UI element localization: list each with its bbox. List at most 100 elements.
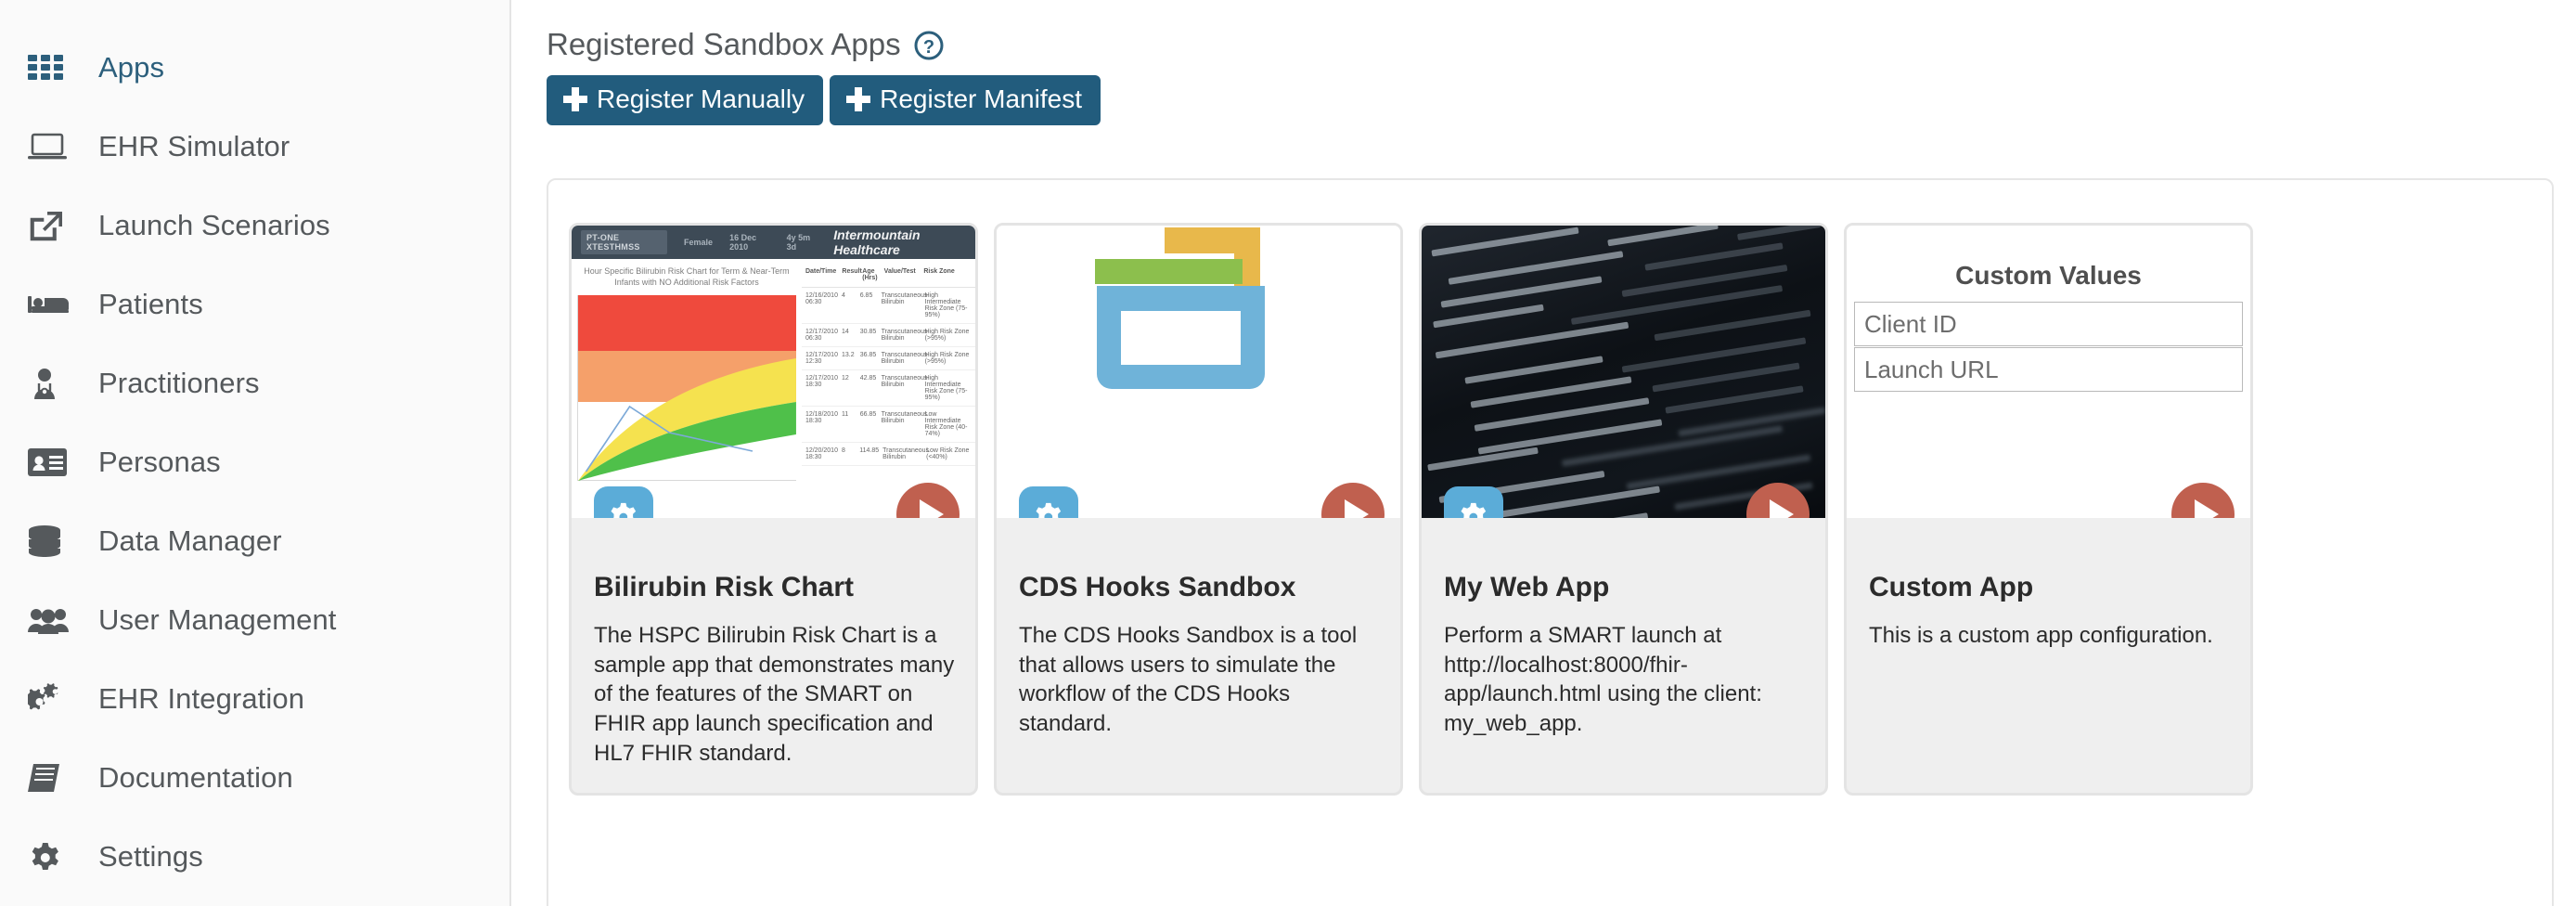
table-row: 12/17/2010 12:30 13.2 36.85 Transcutaneo… [801,347,975,370]
sidebar-item-settings[interactable]: Settings [0,817,509,896]
column-header: Result [842,268,862,275]
app-thumbnail-bilirubin-risk-chart: PT-ONE XTESTHMSS Female 16 Dec 2010 4y 5… [572,226,975,518]
app-card-body: Bilirubin Risk Chart The HSPC Bilirubin … [572,518,975,768]
laptop-icon [28,128,71,165]
sidebar-item-documentation[interactable]: Documentation [0,738,509,817]
results-table-header: Date/Time Result Age (Hrs) Value/Test Ri… [801,265,975,288]
bed-icon [28,286,71,323]
app-description: This is a custom app configuration. [1869,623,2213,648]
patient-badge: PT-ONE XTESTHMSS [581,230,668,254]
app-description: Perform a SMART launch at http://localho… [1444,623,1762,737]
button-label: Register Manifest [880,84,1082,114]
app-title: My Web App [1444,572,1610,602]
user-md-icon [28,365,71,402]
app-card-body: My Web App Perform a SMART launch at htt… [1422,518,1825,739]
patient-gender: Female [684,238,714,247]
app-thumbnail-custom-app: Custom Values [1847,226,2250,518]
intermountain-logo: Intermountain Healthcare [833,227,921,257]
custom-values-heading: Custom Values [1955,261,2142,290]
sidebar-item-label: EHR Integration [98,681,305,715]
grid-icon [28,49,71,86]
table-row: 12/18/2010 18:30 11 66.85 Transcutaneous… [801,407,975,443]
database-icon [28,523,71,560]
source-code-photo [1422,226,1825,518]
id-card-icon [28,444,71,481]
app-settings-button[interactable] [594,486,653,518]
app-card[interactable]: CDS Hooks Sandbox The CDS Hooks Sandbox … [994,223,1403,796]
app-card[interactable]: PT-ONE XTESTHMSS Female 16 Dec 2010 4y 5… [569,223,978,796]
page-header: Registered Sandbox Apps ? Register Manua… [511,0,2576,126]
sidebar-item-patients[interactable]: Patients [0,265,509,343]
column-header: Date/Time [805,268,837,275]
cogs-icon [28,680,71,718]
plus-icon [846,87,871,112]
sidebar-item-label: Patients [98,287,203,320]
sidebar-item-apps[interactable]: Apps [0,28,509,107]
button-label: Register Manually [597,84,805,114]
cds-hooks-logo [997,226,1400,518]
app-card[interactable]: My Web App Perform a SMART launch at htt… [1419,223,1828,796]
sidebar-item-label: Practitioners [98,366,260,399]
sidebar-item-practitioners[interactable]: Practitioners [0,343,509,422]
apps-page: Apps EHR Simulator Launch Scenarios Pati… [0,0,2576,906]
sidebar-item-ehr-simulator[interactable]: EHR Simulator [0,107,509,186]
gear-icon [1461,502,1487,518]
table-row: 12/20/2010 18:30 8 114.85 Transcutaneous… [801,443,975,466]
bilirubin-chart-screenshot: PT-ONE XTESTHMSS Female 16 Dec 2010 4y 5… [572,226,975,518]
sidebar-item-label: Documentation [98,760,293,794]
page-title-row: Registered Sandbox Apps ? [547,27,2576,61]
gear-icon [28,838,71,875]
app-thumbnail-cds-hooks-sandbox [997,226,1400,518]
app-description: The HSPC Bilirubin Risk Chart is a sampl… [594,623,955,766]
users-icon [28,602,71,639]
launch-url-input[interactable] [1854,347,2243,392]
sidebar: Apps EHR Simulator Launch Scenarios Pati… [0,0,511,906]
client-id-input[interactable] [1854,302,2243,346]
app-title: CDS Hooks Sandbox [1019,572,1296,602]
app-card-body: Custom App This is a custom app configur… [1847,518,2250,651]
sidebar-item-label: Apps [98,50,165,84]
gear-icon [611,502,637,518]
table-row: 12/17/2010 06:30 14 30.85 Transcutaneous… [801,324,975,347]
sidebar-item-label: Settings [98,839,203,873]
table-row: 12/17/2010 18:30 12 42.85 Transcutaneous… [801,370,975,407]
sidebar-item-user-management[interactable]: User Management [0,580,509,659]
column-header: Age (Hrs) [862,268,878,281]
table-row: 12/16/2010 06:30 4 6.85 Transcutaneous B… [801,288,975,324]
app-launch-button[interactable] [2171,483,2235,518]
column-header: Risk Zone [923,268,955,275]
registered-apps-panel: PT-ONE XTESTHMSS Female 16 Dec 2010 4y 5… [547,178,2554,906]
app-title: Custom App [1869,572,2034,602]
external-link-icon [28,207,71,244]
app-card[interactable]: Custom Values Custom App This is a custo… [1844,223,2253,796]
column-header: Value/Test [883,268,916,275]
sidebar-item-ehr-integration[interactable]: EHR Integration [0,659,509,738]
sidebar-item-label: Data Manager [98,524,282,557]
sidebar-item-personas[interactable]: Personas [0,422,509,501]
app-thumbnail-my-web-app [1422,226,1825,518]
action-buttons: Register Manually Register Manifest [547,75,2576,126]
sidebar-item-data-manager[interactable]: Data Manager [0,501,509,580]
question-circle-icon[interactable]: ? [914,31,944,60]
app-settings-button[interactable] [1019,486,1078,518]
sidebar-item-label: EHR Simulator [98,129,290,162]
play-icon [920,499,944,518]
svg-text:?: ? [923,37,934,58]
register-manifest-button[interactable]: Register Manifest [830,75,1101,126]
sidebar-item-label: Launch Scenarios [98,208,330,241]
bilirubin-patient-bar: PT-ONE XTESTHMSS Female 16 Dec 2010 4y 5… [572,226,975,259]
app-title: Bilirubin Risk Chart [594,572,855,602]
gear-icon [1036,502,1062,518]
chart-caption: Hour Specific Bilirubin Risk Chart for T… [584,266,790,287]
play-icon [1770,499,1794,518]
app-settings-button[interactable] [1444,486,1503,518]
page-title: Registered Sandbox Apps [547,27,901,61]
risk-zone-plot [577,295,796,482]
sidebar-item-label: User Management [98,602,337,636]
main-content: Registered Sandbox Apps ? Register Manua… [511,0,2576,906]
register-manually-button[interactable]: Register Manually [547,75,824,126]
sidebar-item-launch-scenarios[interactable]: Launch Scenarios [0,186,509,265]
app-card-list: PT-ONE XTESTHMSS Female 16 Dec 2010 4y 5… [569,223,2552,796]
patient-dob: 16 Dec 2010 [729,233,757,252]
patient-age: 4y 5m 3d [786,233,811,252]
